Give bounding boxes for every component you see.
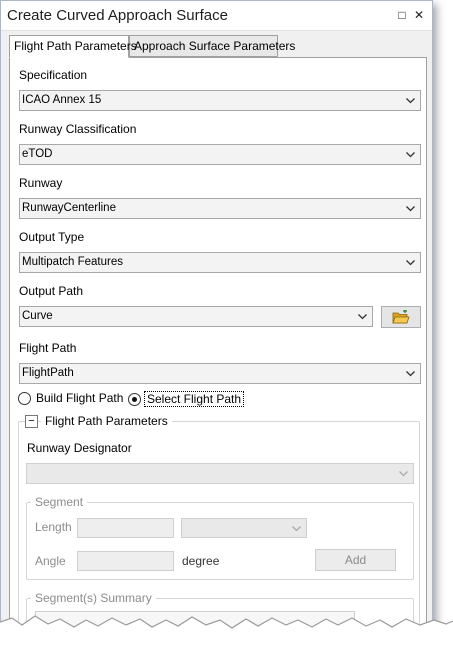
chevron-down-icon — [355, 308, 369, 325]
angle-input[interactable] — [77, 551, 174, 571]
pin-icon[interactable]: □ — [394, 7, 410, 23]
open-folder-icon — [392, 309, 410, 323]
runway-designator-label: Runway Designator — [27, 441, 132, 455]
chevron-down-icon — [403, 146, 417, 163]
output-path-select[interactable]: Curve — [19, 306, 373, 327]
flight-path-value: FlightPath — [22, 367, 74, 379]
chevron-down-icon — [403, 254, 417, 271]
collapse-icon[interactable]: − — [25, 415, 38, 428]
runway-value: RunwayCenterline — [22, 202, 116, 214]
torn-edge — [0, 615, 453, 651]
flight-path-label: Flight Path — [19, 341, 77, 355]
radio-unchecked[interactable] — [18, 391, 31, 405]
output-type-select[interactable]: Multipatch Features — [19, 252, 421, 273]
runway-label: Runway — [19, 176, 63, 190]
angle-label: Angle — [35, 554, 66, 568]
radio-checked[interactable] — [128, 392, 141, 406]
length-input[interactable] — [77, 518, 174, 538]
chevron-down-icon — [403, 200, 417, 217]
segment-group: Segment Length Angle degree Add — [26, 495, 414, 580]
chevron-down-icon — [396, 465, 410, 482]
window-title: Create Curved Approach Surface — [7, 7, 228, 24]
specification-select[interactable]: ICAO Annex 15 — [19, 90, 421, 111]
tab-content: Specification ICAO Annex 15 Runway Class… — [9, 57, 427, 634]
length-unit-select[interactable] — [181, 518, 307, 538]
length-label: Length — [35, 520, 72, 534]
output-type-value: Multipatch Features — [22, 256, 123, 268]
tab-flight-path-parameters[interactable]: Flight Path Parameters — [9, 35, 137, 58]
tool-window: Create Curved Approach Surface □ ✕ Fligh… — [0, 0, 433, 635]
output-path-value: Curve — [22, 310, 53, 322]
specification-label: Specification — [19, 68, 88, 82]
close-icon[interactable]: ✕ — [411, 7, 427, 23]
output-type-label: Output Type — [19, 230, 85, 244]
chevron-down-icon — [403, 365, 417, 382]
runway-classification-label: Runway Classification — [19, 122, 137, 136]
specification-value: ICAO Annex 15 — [22, 94, 102, 106]
segment-title: Segment — [31, 495, 88, 509]
runway-select[interactable]: RunwayCenterline — [19, 198, 421, 219]
runway-classification-select[interactable]: eTOD — [19, 144, 421, 165]
chevron-down-icon — [289, 520, 303, 537]
runway-designator-select[interactable] — [26, 463, 414, 484]
title-bar: Create Curved Approach Surface □ ✕ — [1, 1, 432, 31]
select-flight-path-label: Select Flight Path — [144, 391, 245, 407]
tab-approach-surface-parameters[interactable]: Approach Surface Parameters — [129, 35, 295, 57]
select-flight-path-radio[interactable]: Select Flight Path — [128, 391, 245, 407]
flight-path-parameters-title: Flight Path Parameters — [41, 414, 172, 428]
add-segment-button[interactable]: Add — [315, 549, 396, 571]
chevron-down-icon — [403, 92, 417, 109]
build-flight-path-radio[interactable]: Build Flight Path — [18, 391, 123, 405]
angle-unit-label: degree — [182, 554, 220, 568]
flight-path-select[interactable]: FlightPath — [19, 363, 421, 384]
runway-classification-value: eTOD — [22, 148, 53, 160]
build-flight-path-label: Build Flight Path — [36, 391, 124, 405]
browse-output-path-button[interactable] — [381, 306, 421, 328]
output-path-label: Output Path — [19, 284, 84, 298]
